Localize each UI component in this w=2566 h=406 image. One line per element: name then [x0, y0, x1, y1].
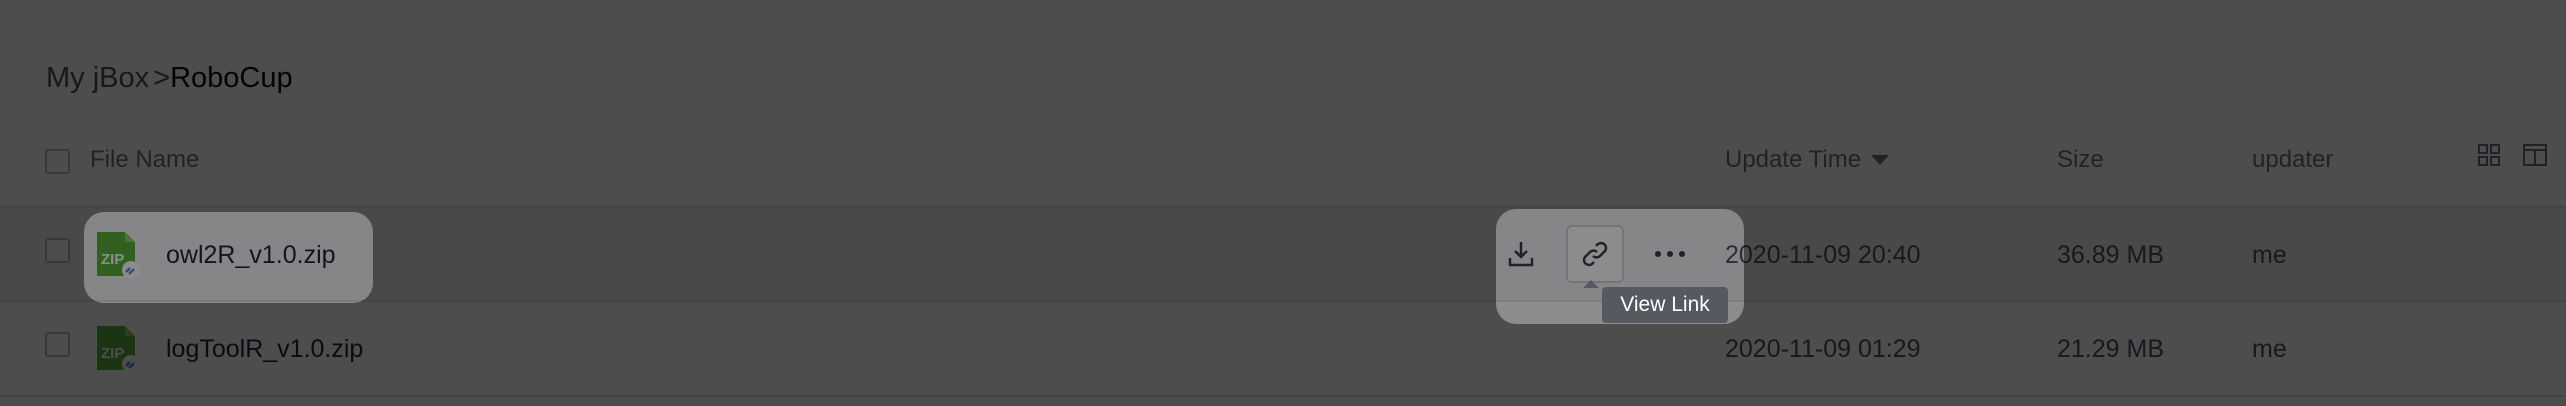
select-all-checkbox[interactable]	[45, 149, 70, 174]
file-name[interactable]: owl2R_v1.0.zip	[166, 241, 336, 270]
table-row[interactable]: ZIP logToolR_v1.0.zip 2020-11-09 01:29 2…	[0, 302, 2566, 395]
column-header-file-name[interactable]: File Name	[90, 146, 199, 174]
row-checkbox[interactable]	[45, 238, 70, 263]
download-icon	[1508, 242, 1534, 267]
more-button[interactable]	[1641, 225, 1699, 283]
update-time: 2020-11-09 20:40	[1725, 241, 1921, 269]
updater: me	[2252, 335, 2287, 363]
tooltip-arrow	[1583, 280, 1599, 288]
breadcrumb-root-link[interactable]: My jBox	[46, 62, 149, 95]
view-link-button[interactable]	[1566, 225, 1624, 283]
view-link-tooltip: View Link	[1602, 287, 1728, 323]
column-header-updater[interactable]: updater	[2252, 146, 2333, 174]
column-header-update-time[interactable]: Update Time	[1725, 146, 1890, 174]
sort-descending-icon	[1871, 155, 1890, 165]
breadcrumb-separator: >	[153, 61, 171, 94]
row-divider	[0, 395, 2566, 397]
download-button[interactable]	[1492, 225, 1550, 283]
more-icon	[1655, 251, 1685, 257]
column-header-size[interactable]: Size	[2057, 146, 2104, 174]
grid-view-icon[interactable]	[2478, 144, 2500, 166]
updater: me	[2252, 241, 2287, 269]
svg-text:ZIP: ZIP	[101, 251, 124, 268]
detail-panel-icon[interactable]	[2523, 144, 2547, 166]
update-time: 2020-11-09 01:29	[1725, 335, 1921, 363]
file-size: 36.89 MB	[2057, 241, 2165, 269]
zip-file-icon: ZIP	[95, 324, 141, 374]
breadcrumb-current: RoboCup	[170, 61, 293, 94]
row-checkbox[interactable]	[45, 332, 70, 357]
svg-text:ZIP: ZIP	[101, 345, 124, 362]
table-row[interactable]: ZIP owl2R_v1.0.zip 2020-11-09 20:40 36.8…	[0, 208, 2566, 301]
file-name[interactable]: logToolR_v1.0.zip	[166, 335, 363, 364]
file-size: 21.29 MB	[2057, 335, 2165, 363]
zip-file-icon: ZIP	[95, 230, 141, 280]
column-header-update-time-label: Update Time	[1725, 146, 1862, 173]
table-header: File Name Update Time Size updater	[0, 128, 2566, 208]
link-icon	[1582, 241, 1608, 267]
breadcrumb: My jBox > RoboCup	[46, 58, 293, 98]
